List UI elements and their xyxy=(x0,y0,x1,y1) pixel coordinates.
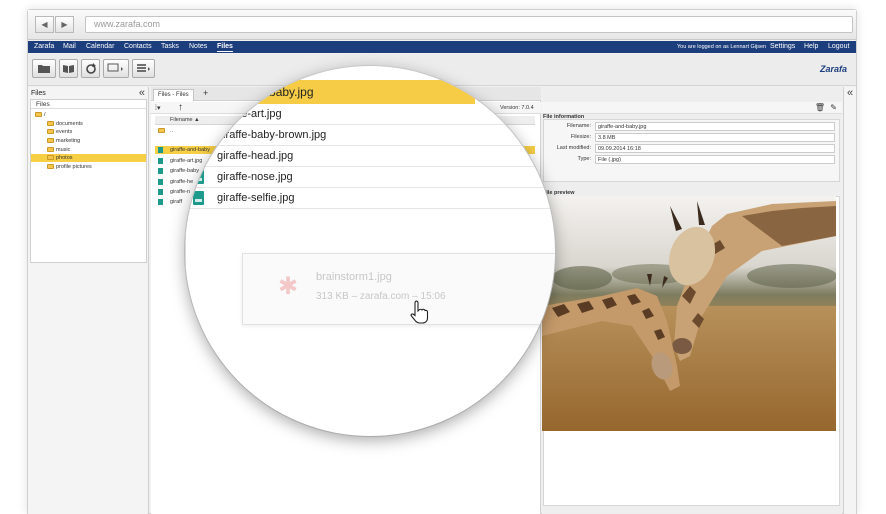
image-file-icon xyxy=(158,179,163,185)
image-file-icon xyxy=(193,170,204,184)
book-icon xyxy=(63,65,74,73)
preview-image xyxy=(542,196,836,431)
settings-link[interactable]: Settings xyxy=(770,43,795,51)
refresh-icon xyxy=(85,63,96,74)
trash-icon[interactable]: 🗑 xyxy=(815,103,825,112)
type-value: File (.jpg) xyxy=(595,155,835,164)
tree-node-marketing[interactable]: marketing xyxy=(47,137,80,145)
attach-icon[interactable]: ⁞▾ xyxy=(155,104,160,112)
folder-tree: Files / documents events marketing music… xyxy=(30,99,147,263)
folder-icon xyxy=(47,155,54,161)
image-file-icon xyxy=(158,199,163,205)
forward-icon: ▶ xyxy=(61,20,68,29)
nav-calendar[interactable]: Calendar xyxy=(86,43,114,51)
collapse-left-icon[interactable]: « xyxy=(139,87,145,99)
left-panel: Files « Files / documents events marketi… xyxy=(28,87,149,514)
lens-list-item[interactable]: giraffe-art.jpg xyxy=(185,104,555,125)
preview-toolbar: 🗑 ✎ xyxy=(542,102,842,114)
filename-value: giraffe-and-baby.jpg xyxy=(595,122,835,131)
tree-node-profile-pictures[interactable]: profile pictures xyxy=(47,163,92,171)
nav-mail[interactable]: Mail xyxy=(63,43,76,51)
folder-icon xyxy=(47,121,54,127)
image-file-icon xyxy=(158,158,163,164)
zarafa-logo: Zarafa xyxy=(820,64,847,74)
pdf-icon: ✱ xyxy=(277,273,299,300)
top-navigation: Zarafa Mail Calendar Contacts Tasks Note… xyxy=(28,41,856,53)
image-file-icon xyxy=(158,168,163,174)
left-panel-title: Files xyxy=(31,90,46,97)
nav-files[interactable]: Files xyxy=(217,43,233,52)
folder-icon xyxy=(47,138,54,144)
tree-node-documents[interactable]: documents xyxy=(47,120,83,128)
right-collapse-bar[interactable]: « xyxy=(843,87,856,514)
logged-in-text: You are logged on as Lennart Gijsen xyxy=(677,44,767,50)
lens-list-item[interactable]: giraffe-nose.jpg xyxy=(185,167,555,188)
hand-cursor-icon xyxy=(410,300,429,324)
image-file-icon xyxy=(158,147,163,153)
filesize-value: 3.8 MB xyxy=(595,133,835,142)
last-modified-value: 09.09.2014 16:18 xyxy=(595,144,835,153)
folder-icon xyxy=(35,112,42,118)
monitor-icon xyxy=(107,63,123,72)
folder-icon xyxy=(38,65,50,73)
view-button[interactable] xyxy=(103,59,129,78)
folder-icon xyxy=(47,164,54,170)
tree-header: Files xyxy=(31,100,146,109)
nav-tasks[interactable]: Tasks xyxy=(161,43,179,51)
stage: ◀ ▶ www.zarafa.com Zarafa Mail Calendar … xyxy=(0,0,886,514)
address-bar[interactable]: www.zarafa.com xyxy=(85,16,853,33)
lens-list-item[interactable]: giraffe-baby-brown.jpg xyxy=(185,125,555,146)
image-file-icon xyxy=(158,189,163,195)
up-arrow-icon[interactable]: ↑ xyxy=(178,102,183,113)
folder-icon xyxy=(47,129,54,135)
nav-notes[interactable]: Notes xyxy=(189,43,207,51)
menu-button[interactable] xyxy=(132,59,155,78)
nav-contacts[interactable]: Contacts xyxy=(124,43,152,51)
edit-icon[interactable]: ✎ xyxy=(830,103,837,112)
forward-button[interactable]: ▶ xyxy=(55,16,74,33)
help-link[interactable]: Help xyxy=(804,43,818,51)
image-file-icon xyxy=(193,191,204,205)
tree-node-events[interactable]: events xyxy=(47,128,72,136)
tree-node-music[interactable]: music xyxy=(47,146,70,154)
logo-text: Zarafa xyxy=(819,64,847,74)
back-icon: ◀ xyxy=(41,20,48,29)
open-button[interactable] xyxy=(59,59,78,78)
nav-zarafa[interactable]: Zarafa xyxy=(34,43,54,51)
file-information-box: Filename: giraffe-and-baby.jpg Filesize:… xyxy=(543,119,840,182)
drag-preview: ✱ brainstorm1.jpg 313 KB – zarafa.com – … xyxy=(242,253,555,325)
browser-chrome: ◀ ▶ www.zarafa.com xyxy=(28,10,856,40)
tree-node-photos[interactable]: photos xyxy=(31,154,146,162)
folder-icon xyxy=(158,128,165,133)
logout-link[interactable]: Logout xyxy=(828,43,849,51)
folder-icon xyxy=(47,147,54,153)
lens-list-item[interactable]: giraffe-head.jpg xyxy=(185,146,555,167)
lens-selected-row[interactable]: and-baby.jpg xyxy=(185,80,475,104)
collapse-right-icon[interactable]: « xyxy=(847,87,853,99)
refresh-button[interactable] xyxy=(81,59,100,78)
magnifier-lens: and-baby.jpg giraffe-art.jpg giraffe-bab… xyxy=(185,66,555,436)
menu-icon xyxy=(136,64,150,72)
new-folder-button[interactable] xyxy=(32,59,56,78)
lens-list-item[interactable]: giraffe-selfie.jpg xyxy=(185,188,555,209)
drag-file-name: brainstorm1.jpg xyxy=(316,271,392,283)
back-button[interactable]: ◀ xyxy=(35,16,54,33)
tree-node-root[interactable]: / xyxy=(35,111,46,119)
image-file-icon xyxy=(193,149,204,163)
